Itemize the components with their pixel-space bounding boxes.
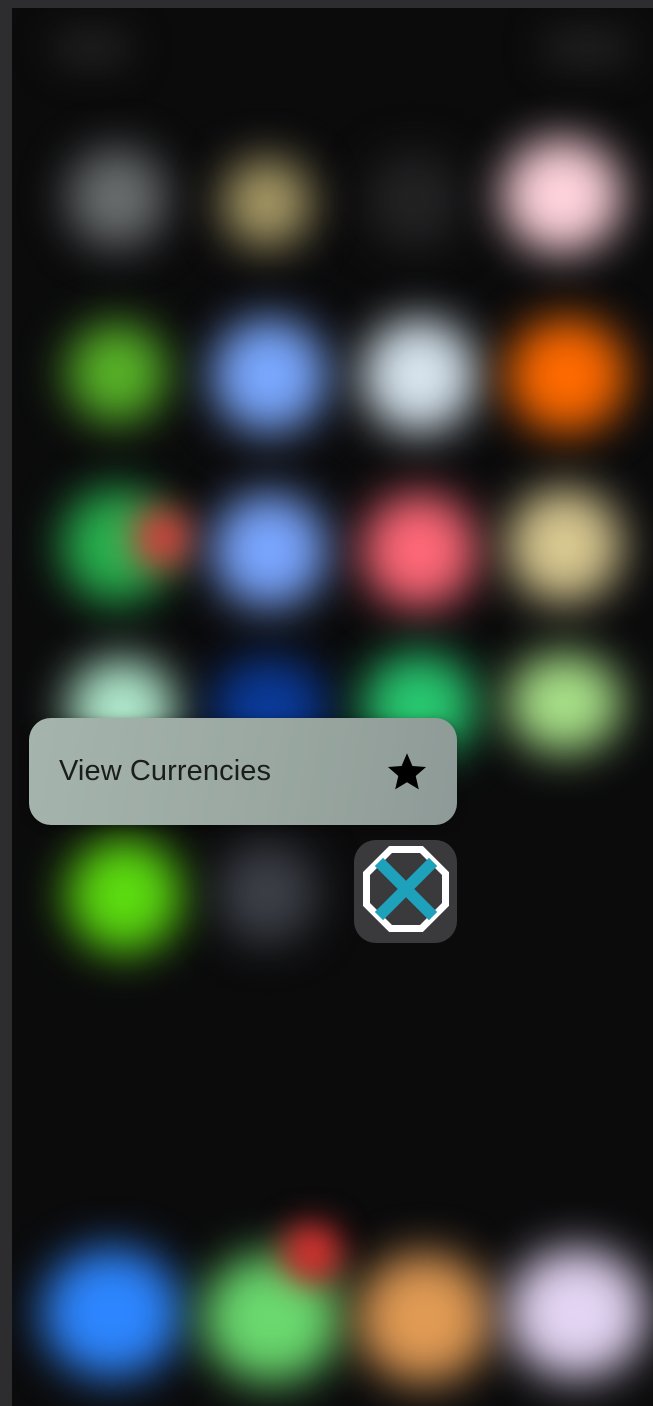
- app-icon-blurred: [222, 158, 312, 248]
- app-icon-blurred: [362, 493, 477, 608]
- octagon-x-logo-icon: [361, 844, 451, 939]
- blurred-home-screen-background: [12, 8, 653, 1406]
- app-icon-blurred: [217, 843, 317, 943]
- app-icon-blurred: [367, 153, 462, 248]
- dock-icon-blurred: [507, 1248, 647, 1378]
- home-screen: View Currencies: [12, 8, 653, 1406]
- app-icon-currency[interactable]: [354, 840, 457, 943]
- status-bar-indicators: [542, 28, 632, 68]
- dock-badge-blurred: [282, 1223, 342, 1283]
- app-icon-blurred: [67, 323, 167, 423]
- dock-icon-blurred: [357, 1253, 492, 1383]
- app-icon-blurred: [507, 488, 622, 603]
- star-icon: [385, 750, 429, 794]
- app-icon-blurred: [212, 318, 327, 433]
- app-icon-blurred: [132, 508, 192, 568]
- app-icon-blurred: [507, 318, 627, 433]
- app-icon-blurred: [362, 318, 477, 433]
- quick-action-label: View Currencies: [59, 755, 272, 787]
- app-icon-blurred: [67, 838, 182, 953]
- quick-action-view-currencies[interactable]: View Currencies: [29, 718, 457, 825]
- app-icon-blurred: [212, 493, 327, 608]
- status-bar-time: [52, 28, 132, 68]
- app-icon-blurred: [67, 148, 167, 248]
- app-icon-blurred: [507, 653, 622, 753]
- app-icon-blurred: [502, 138, 622, 253]
- dock-icon-blurred: [42, 1248, 182, 1378]
